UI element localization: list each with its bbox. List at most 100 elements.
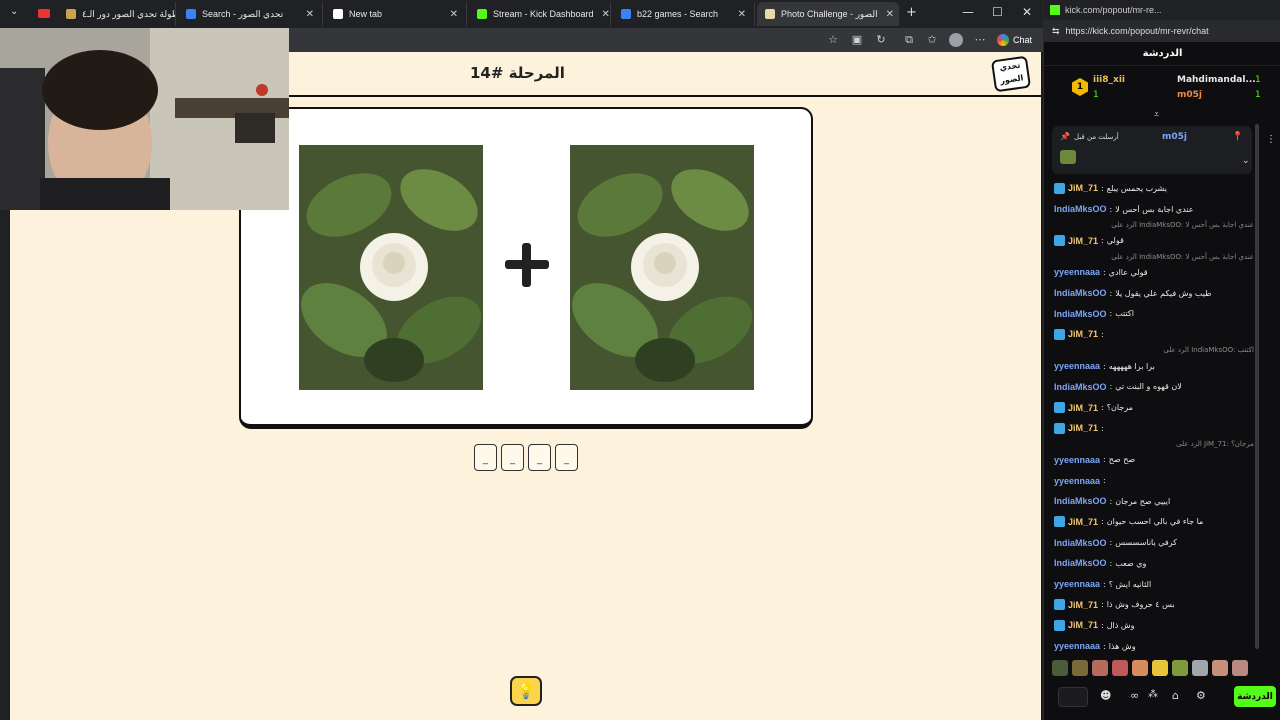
chat-message: IndiaMksOO: عندي اجابة بس أحس لا	[1054, 199, 1254, 220]
more-icon[interactable]: ⋯	[973, 33, 987, 47]
emote[interactable]	[1052, 660, 1068, 676]
chat-username[interactable]: IndiaMksOO	[1054, 496, 1107, 506]
chat-username[interactable]: JiM_71	[1068, 620, 1098, 630]
settings-gear-icon[interactable]: ⚙	[1196, 689, 1206, 702]
tab-1[interactable]: بطولة تحدي الصور دور الـ٤✕	[58, 2, 176, 26]
chat-username[interactable]: IndiaMksOO	[1054, 558, 1107, 568]
answer-slot[interactable]: _	[474, 444, 497, 471]
emote[interactable]	[1112, 660, 1128, 676]
chevron-down-icon[interactable]: ⌄	[1242, 156, 1250, 166]
maximize-icon[interactable]: ☐	[992, 5, 1003, 19]
emote[interactable]	[1192, 660, 1208, 676]
chat-input[interactable]	[1058, 687, 1088, 707]
chat-username[interactable]: yyeennaaa	[1054, 579, 1100, 589]
gift-leaderboard: 1 iii8_xii 1 Mahdimandal... m05j 1 1 ⩡	[1052, 70, 1272, 120]
pin-toggle-icon[interactable]: 📍	[1232, 132, 1243, 142]
kick-icon	[1050, 5, 1060, 15]
lightbulb-icon: 💡	[516, 682, 536, 700]
emote[interactable]	[1212, 660, 1228, 676]
emote[interactable]	[1152, 660, 1168, 676]
chat-username[interactable]: yyeennaaa	[1054, 361, 1100, 371]
minimize-icon[interactable]: —	[962, 5, 974, 19]
chevron-down-icon[interactable]: ⩡	[1154, 110, 1159, 120]
extension-icon[interactable]: ▣	[850, 33, 864, 47]
store-icon[interactable]: ⌂	[1172, 689, 1179, 702]
chat-username[interactable]: IndiaMksOO	[1054, 309, 1107, 319]
pinned-emote	[1060, 150, 1076, 164]
chat-username[interactable]: JiM_71	[1068, 517, 1098, 527]
close-icon[interactable]: ✕	[298, 9, 314, 20]
chat-username[interactable]: yyeennaaa	[1054, 267, 1100, 277]
close-icon[interactable]: ✕	[594, 9, 610, 20]
tab-list-chevron-icon[interactable]: ⌄	[10, 6, 18, 17]
chat-username[interactable]: JiM_71	[1068, 423, 1098, 433]
send-chat-button[interactable]: الدردشة	[1234, 686, 1276, 707]
close-icon[interactable]: ✕	[730, 9, 746, 20]
chat-username[interactable]: yyeennaaa	[1054, 476, 1100, 486]
infinity-icon[interactable]: ∞	[1130, 689, 1139, 702]
tab-favicon-icon	[765, 9, 775, 19]
chat-username[interactable]: JiM_71	[1068, 236, 1098, 246]
new-tab-button[interactable]: +	[906, 5, 917, 20]
answer-slot[interactable]: _	[528, 444, 551, 471]
hint-button[interactable]: 💡	[510, 676, 542, 706]
separator: :	[1109, 382, 1113, 392]
emote[interactable]	[1092, 660, 1108, 676]
chat-scrollbar[interactable]	[1255, 124, 1259, 649]
leaderboard-count: 1	[1093, 90, 1099, 100]
chat-message: JiM_71: بس ٤ حروف وش ذا	[1054, 594, 1254, 615]
separator: :	[1101, 600, 1104, 610]
separator: :	[1109, 309, 1113, 319]
chat-message-text: برا برا هههههه	[1108, 361, 1155, 371]
chat-username[interactable]: IndiaMksOO	[1054, 204, 1107, 214]
chat-username[interactable]: yyeennaaa	[1054, 641, 1100, 651]
emote[interactable]	[1172, 660, 1188, 676]
more-options-icon[interactable]: ⋮	[1266, 134, 1276, 145]
tab-6-active[interactable]: Photo Challenge - الصور ✕	[757, 2, 899, 26]
chat-message: JiM_71:	[1054, 418, 1254, 439]
emoji-icon[interactable]: ☻	[1100, 689, 1111, 702]
chat-footer: ☻ ∞ ⁂ ⌂ ⚙ الدردشة	[1044, 682, 1280, 712]
chat-username[interactable]: IndiaMksOO	[1054, 538, 1107, 548]
tab-5[interactable]: b22 games - Search ✕	[613, 2, 755, 26]
copilot-chat-button[interactable]: Chat	[997, 32, 1032, 48]
chat-username[interactable]: JiM_71	[1068, 403, 1098, 413]
emote[interactable]	[1072, 660, 1088, 676]
chat-message-text: وش ذال	[1106, 620, 1135, 630]
users-icon[interactable]: ⁂	[1148, 689, 1158, 700]
chat-message: IndiaMksOO: اكتتب	[1054, 303, 1254, 324]
favorites-icon[interactable]: ✩	[925, 33, 939, 47]
chat-window-title: kick.com/popout/mr-re...	[1065, 5, 1162, 15]
chat-username[interactable]: JiM_71	[1068, 600, 1098, 610]
answer-slot[interactable]: _	[501, 444, 524, 471]
rank-badge: 1	[1072, 78, 1088, 96]
emote[interactable]	[1232, 660, 1248, 676]
refresh-icon[interactable]: ↻	[874, 33, 888, 47]
close-icon[interactable]: ✕	[442, 9, 458, 20]
chat-username[interactable]: JiM_71	[1068, 183, 1098, 193]
emote[interactable]	[1132, 660, 1148, 676]
chat-message: IndiaMksOO: ايييي صح مرجان	[1054, 491, 1254, 512]
close-icon[interactable]: ✕	[878, 9, 894, 20]
tab-label: Stream - Kick Dashboard	[493, 9, 594, 19]
tab-3[interactable]: New tab ✕	[325, 2, 467, 26]
level-title: المرحلة #14	[470, 64, 565, 82]
chat-username[interactable]: IndiaMksOO	[1054, 288, 1107, 298]
chat-message: JiM_71:	[1054, 324, 1254, 345]
moderator-badge-icon	[1054, 402, 1065, 414]
chat-username[interactable]: IndiaMksOO	[1054, 382, 1107, 392]
tab-4[interactable]: Stream - Kick Dashboard ✕	[469, 2, 611, 26]
moderator-badge-icon	[1054, 182, 1065, 194]
separator: :	[1109, 288, 1113, 298]
chat-message-text: وي صعب	[1115, 558, 1147, 568]
star-icon[interactable]: ☆	[826, 33, 840, 47]
close-window-icon[interactable]: ✕	[1022, 5, 1032, 19]
puzzle-image-left	[299, 145, 483, 390]
chat-address-bar[interactable]: ⇆ https://kick.com/popout/mr-revr/chat	[1044, 20, 1280, 42]
answer-slot[interactable]: _	[555, 444, 578, 471]
profile-avatar[interactable]	[949, 33, 963, 47]
chat-username[interactable]: JiM_71	[1068, 329, 1098, 339]
chat-username[interactable]: yyeennaaa	[1054, 455, 1100, 465]
tab-2[interactable]: Search - تحدي الصور ✕	[178, 2, 323, 26]
split-screen-icon[interactable]: ⧉	[902, 33, 916, 47]
